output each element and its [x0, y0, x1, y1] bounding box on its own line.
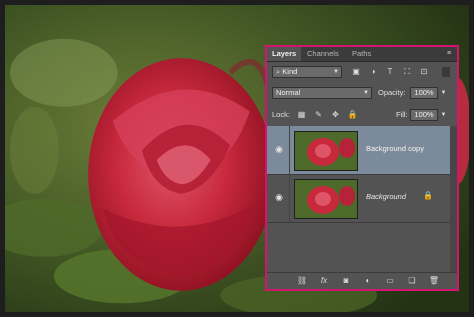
type-filter-icon[interactable]: T — [385, 67, 395, 77]
rose-thumbnail — [295, 180, 357, 218]
fill-dropdown-icon[interactable]: ▼ — [439, 109, 448, 121]
layers-scrollbar[interactable] — [450, 126, 457, 276]
layer-thumbnail — [294, 131, 358, 171]
fx-icon[interactable]: fx — [317, 275, 331, 287]
new-group-icon[interactable]: ▭ — [383, 275, 397, 287]
shape-filter-icon[interactable]: ⛶ — [402, 67, 412, 77]
adjustment-filter-icon[interactable]: ◑ — [368, 67, 378, 77]
tab-layers[interactable]: Layers — [267, 47, 302, 61]
document-canvas[interactable]: Layers Channels Paths ≡ ⌕ Kind ▼ ▣ ◑ T ⛶… — [0, 0, 474, 317]
filter-row: ⌕ Kind ▼ ▣ ◑ T ⛶ ⊡ — [267, 66, 457, 80]
eye-column-divider — [289, 174, 290, 222]
chevron-down-icon: ▼ — [363, 90, 369, 96]
image-filter-icon[interactable]: ▣ — [351, 67, 361, 77]
blend-mode-value: Normal — [276, 88, 301, 97]
opacity-input[interactable]: 100% — [410, 87, 438, 99]
layer-name[interactable]: Background — [366, 192, 406, 201]
filter-toggle[interactable] — [442, 67, 450, 77]
lock-row: Lock: ▦ ✎ ✥ 🔒 Fill: 100% ▼ — [267, 109, 457, 123]
panel-menu-icon[interactable]: ≡ — [444, 49, 454, 58]
layer-mask-icon[interactable]: ◙ — [339, 275, 353, 287]
lock-label: Lock: — [272, 110, 290, 119]
layers-panel: Layers Channels Paths ≡ ⌕ Kind ▼ ▣ ◑ T ⛶… — [265, 45, 459, 291]
adjustment-layer-icon[interactable]: ◐ — [361, 275, 375, 287]
opacity-label: Opacity: — [378, 88, 406, 97]
blend-row: Normal ▼ Opacity: 100% ▼ — [267, 87, 457, 101]
rose-thumbnail — [295, 132, 357, 170]
layer-thumbnail — [294, 179, 358, 219]
eye-column-divider — [289, 126, 290, 174]
layer-row-background[interactable]: ◉ Background 🔒 — [267, 174, 457, 223]
eye-icon[interactable]: ◉ — [273, 192, 285, 202]
new-layer-icon[interactable]: ❏ — [405, 275, 419, 287]
tab-paths[interactable]: Paths — [347, 47, 376, 61]
filter-kind-select[interactable]: ⌕ Kind ▼ — [272, 66, 342, 78]
chevron-down-icon: ▼ — [333, 69, 339, 75]
filter-kind-label: Kind — [282, 67, 298, 76]
eye-icon[interactable]: ◉ — [273, 144, 285, 154]
layer-name[interactable]: Background copy — [366, 144, 424, 153]
layers-list: ◉ Background copy ◉ Background 🔒 — [267, 126, 457, 276]
panel-tab-bar: Layers Channels Paths ≡ — [267, 47, 457, 62]
smart-object-filter-icon[interactable]: ⊡ — [419, 67, 429, 77]
fill-label: Fill: — [396, 110, 408, 119]
fill-input[interactable]: 100% — [410, 109, 438, 121]
blend-mode-select[interactable]: Normal ▼ — [272, 87, 372, 99]
opacity-dropdown-icon[interactable]: ▼ — [439, 87, 448, 99]
lock-all-icon[interactable]: 🔒 — [347, 109, 358, 121]
layer-row-background-copy[interactable]: ◉ Background copy — [267, 126, 457, 175]
lock-position-icon[interactable]: ✥ — [330, 109, 341, 121]
lock-image-pixels-icon[interactable]: ✎ — [313, 109, 324, 121]
lock-icon: 🔒 — [423, 191, 433, 200]
lock-transparent-pixels-icon[interactable]: ▦ — [296, 109, 307, 121]
panel-bottom-bar: ⛓ fx ◙ ◐ ▭ ❏ 🗑 — [267, 272, 457, 289]
tab-channels[interactable]: Channels — [302, 47, 344, 61]
delete-layer-icon[interactable]: 🗑 — [427, 275, 441, 287]
link-layers-icon[interactable]: ⛓ — [295, 275, 309, 287]
search-icon: ⌕ — [276, 67, 281, 76]
